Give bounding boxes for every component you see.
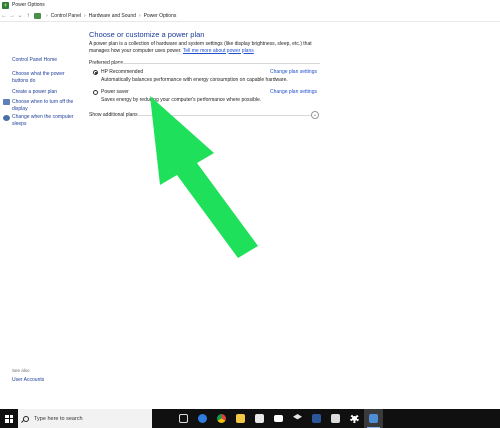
taskbar: Type here to search	[0, 409, 500, 428]
page-description: A power plan is a collection of hardware…	[89, 41, 329, 54]
search-placeholder: Type here to search	[34, 415, 83, 422]
word-icon[interactable]	[307, 409, 326, 428]
breadcrumb-power-options[interactable]: Power Options	[144, 13, 177, 19]
sidebar-item-computer-sleeps[interactable]: Change when the computer sleeps	[12, 114, 80, 127]
back-arrow-icon[interactable]: ←	[0, 13, 8, 19]
power-options-icon[interactable]	[364, 409, 383, 428]
chrome-icon[interactable]	[212, 409, 231, 428]
address-bar: ← → ⌄ ↑ › Control Panel › Hardware and S…	[0, 10, 500, 22]
breadcrumb-separator: ›	[46, 12, 48, 19]
notepad-icon[interactable]	[326, 409, 345, 428]
control-panel-icon	[34, 12, 41, 19]
settings-icon[interactable]	[345, 409, 364, 428]
show-additional-plans-label[interactable]: Show additional plans	[89, 112, 138, 118]
group-divider	[117, 63, 320, 64]
store-icon[interactable]	[250, 409, 269, 428]
power-options-app-icon	[2, 1, 9, 9]
radio-unselected-icon[interactable]	[93, 90, 98, 95]
show-more-divider	[137, 115, 311, 116]
forward-arrow-icon[interactable]: →	[8, 13, 16, 19]
task-view-icon[interactable]	[174, 409, 193, 428]
mail-icon[interactable]	[269, 409, 288, 428]
left-pane: Control Panel Home Choose what the power…	[0, 22, 82, 409]
change-plan-settings-link[interactable]: Change plan settings	[270, 69, 317, 75]
breadcrumb[interactable]: › Control Panel › Hardware and Sound › P…	[34, 11, 176, 20]
taskbar-search[interactable]: Type here to search	[18, 409, 152, 428]
sidebar-item-create-plan[interactable]: Create a power plan	[12, 89, 80, 96]
plan-option-power-saver[interactable]: Power saver Saves energy by reducing you…	[93, 89, 321, 105]
windows-logo-icon	[5, 414, 13, 423]
search-icon	[23, 415, 29, 422]
plan-description: Automatically balances performance with …	[101, 77, 288, 83]
see-also-user-accounts[interactable]: User Accounts	[12, 377, 44, 383]
taskbar-pinned-apps	[174, 409, 383, 428]
file-explorer-icon[interactable]	[231, 409, 250, 428]
up-arrow-icon[interactable]: ↑	[24, 13, 32, 19]
start-button[interactable]	[0, 409, 18, 428]
sidebar-item-control-panel-home[interactable]: Control Panel Home	[12, 57, 80, 64]
display-icon	[3, 99, 10, 105]
plan-description: Saves energy by reducing your computer's…	[101, 97, 262, 103]
page-title: Choose or customize a power plan	[89, 30, 205, 39]
plan-option-hp-recommended[interactable]: HP Recommended Automatically balances pe…	[93, 69, 321, 85]
tell-me-more-link[interactable]: Tell me more about power plans	[183, 48, 254, 54]
recent-locations-chevron-icon[interactable]: ⌄	[16, 12, 24, 19]
title-bar: Power Options	[0, 0, 500, 10]
breadcrumb-separator: ›	[83, 12, 86, 19]
plan-name[interactable]: HP Recommended	[101, 69, 143, 75]
sidebar-item-power-buttons[interactable]: Choose what the power buttons do	[12, 71, 80, 84]
radio-selected-icon[interactable]	[93, 70, 98, 75]
sleep-moon-icon	[3, 115, 10, 121]
plan-name[interactable]: Power saver	[101, 89, 129, 95]
breadcrumb-separator: ›	[138, 12, 141, 19]
window-title: Power Options	[12, 2, 45, 8]
see-also-label: See also	[12, 368, 30, 373]
arrow-shape	[150, 96, 258, 258]
breadcrumb-control-panel[interactable]: Control Panel	[51, 13, 81, 19]
breadcrumb-hardware-and-sound[interactable]: Hardware and Sound	[89, 13, 136, 19]
edge-icon[interactable]	[193, 409, 212, 428]
sidebar-item-turn-off-display[interactable]: Choose when to turn off the display	[12, 99, 80, 112]
expand-chevron-icon[interactable]: ⌄	[311, 111, 319, 119]
change-plan-settings-link[interactable]: Change plan settings	[270, 89, 317, 95]
dropbox-icon[interactable]	[288, 409, 307, 428]
